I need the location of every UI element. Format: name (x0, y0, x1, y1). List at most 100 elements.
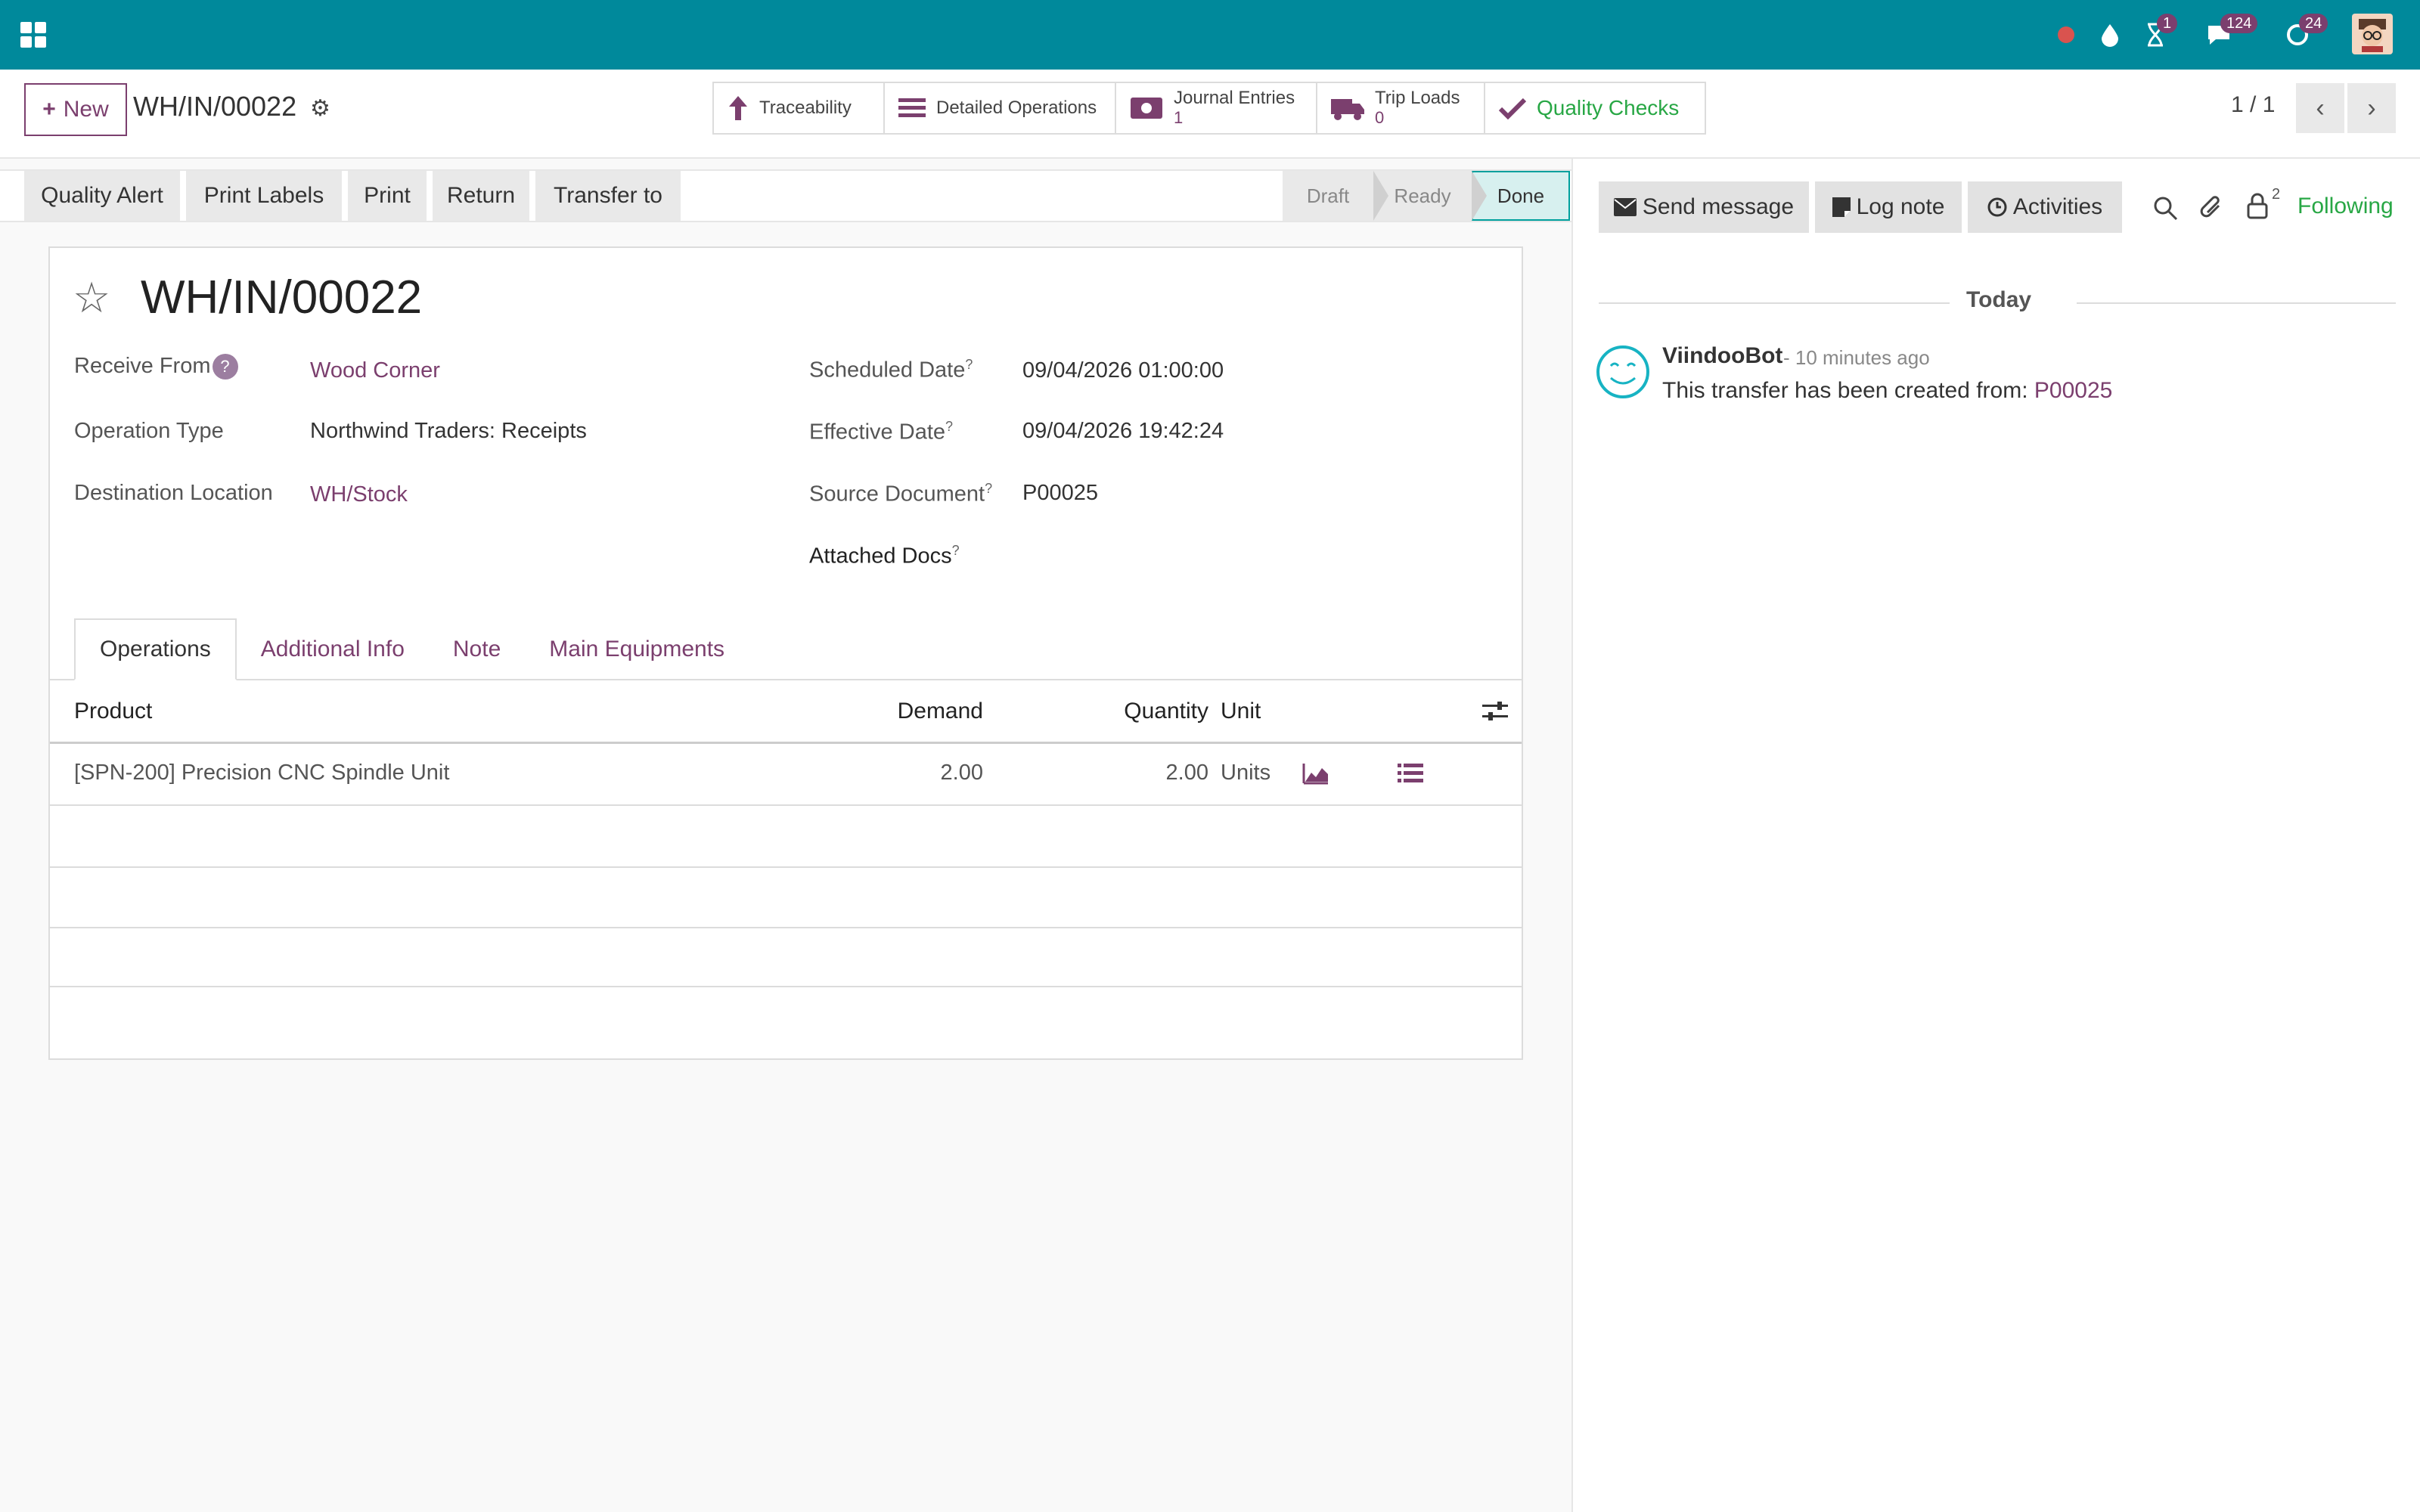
pager-value[interactable]: 1 / 1 (2231, 92, 2275, 118)
table-header: Product Demand Quantity Unit (50, 680, 1522, 744)
scheduled-date-label: Scheduled Date? (809, 357, 973, 383)
effective-date-value[interactable]: 09/04/2026 19:42:24 (1022, 419, 1224, 444)
chatter-panel: Send message Log note Activities 2 Follo… (1571, 159, 2420, 1512)
scheduled-date-value[interactable]: 09/04/2026 01:00:00 (1022, 358, 1224, 383)
receive-from-label: Receive From? (74, 354, 238, 380)
arrow-up-icon (729, 96, 747, 120)
send-message-button[interactable]: Send message (1599, 181, 1809, 233)
updates-count-badge: 24 (2299, 14, 2328, 33)
gear-icon[interactable]: ⚙ (310, 95, 330, 122)
detailed-operations-label: Detailed Operations (936, 98, 1097, 118)
row-quantity: 2.00 (1165, 761, 1208, 785)
journal-entries-button[interactable]: Journal Entries 1 (1116, 83, 1317, 133)
smart-buttons: Traceability Detailed Operations Journal… (712, 82, 1706, 135)
truck-icon (1331, 99, 1364, 120)
quality-checks-label: Quality Checks (1537, 96, 1680, 119)
return-button[interactable]: Return (433, 171, 529, 221)
message-link[interactable]: P00025 (2034, 378, 2112, 403)
activities-count-badge: 1 (2157, 14, 2178, 33)
trip-loads-button[interactable]: Trip Loads 0 (1317, 83, 1485, 133)
destination-location-label: Destination Location (74, 481, 273, 505)
operation-type-value[interactable]: Northwind Traders: Receipts (310, 419, 587, 444)
envelope-icon (1613, 198, 1637, 216)
form-sheet: ☆ WH/IN/00022 Receive From? Wood Corner … (48, 246, 1523, 1060)
help-icon[interactable]: ? (212, 354, 238, 380)
detailed-operations-button[interactable]: Detailed Operations (885, 83, 1116, 133)
row-product: [SPN-200] Precision CNC Spindle Unit (74, 761, 450, 785)
send-message-label: Send message (1642, 194, 1795, 219)
tab-main-equipments[interactable]: Main Equipments (525, 618, 749, 680)
transfer-to-button[interactable]: Transfer to (535, 171, 681, 221)
tab-additional-info[interactable]: Additional Info (237, 618, 429, 680)
traceability-label: Traceability (759, 98, 852, 118)
breadcrumb-record: WH/IN/00022 (133, 91, 297, 122)
log-note-button[interactable]: Log note (1815, 181, 1962, 233)
destination-location-value[interactable]: WH/Stock (310, 482, 408, 507)
messages-count-badge: 124 (2220, 14, 2258, 33)
message-text: This transfer has been created from: (1662, 378, 2028, 403)
tab-note[interactable]: Note (429, 618, 525, 680)
empty-row (50, 927, 1522, 987)
followers-count: 2 (2272, 186, 2281, 203)
details-list-icon[interactable] (1398, 762, 1423, 791)
favorite-star-icon[interactable]: ☆ (73, 275, 110, 321)
log-note-label: Log note (1856, 194, 1945, 219)
date-separator: Today (1966, 287, 2032, 312)
column-demand[interactable]: Demand (850, 699, 983, 724)
app-menu-icon[interactable] (18, 20, 48, 50)
new-button[interactable]: + New (24, 83, 127, 136)
attached-docs-label: Attached Docs? (809, 543, 960, 569)
pager-previous-button[interactable]: ‹ (2296, 83, 2344, 133)
clock-icon (1987, 197, 2007, 217)
status-bar: Quality Alert Print Labels Print Return … (0, 169, 1571, 222)
empty-row (50, 807, 1522, 868)
stage-separator (1373, 171, 1388, 221)
message-time: - 10 minutes ago (1783, 346, 1930, 369)
column-product[interactable]: Product (74, 699, 152, 724)
column-quantity[interactable]: Quantity (1071, 699, 1208, 724)
journal-entries-count: 1 (1174, 108, 1184, 127)
bot-avatar-icon (1596, 345, 1650, 399)
print-labels-button[interactable]: Print Labels (186, 171, 342, 221)
pager-next-button[interactable]: › (2347, 83, 2396, 133)
top-navbar: 1 124 24 (0, 0, 2420, 70)
column-unit[interactable]: Unit (1221, 699, 1261, 724)
activities-hourglass-icon[interactable]: 1 (2140, 14, 2178, 50)
control-panel: + New WH/IN/00022 ⚙ Traceability Detaile… (0, 70, 2420, 159)
operation-type-label: Operation Type (74, 419, 224, 443)
activities-button[interactable]: Activities (1968, 181, 2122, 233)
optional-columns-icon[interactable] (1482, 700, 1508, 729)
tab-operations[interactable]: Operations (74, 618, 237, 680)
new-button-label: New (63, 97, 109, 122)
source-document-value[interactable]: P00025 (1022, 481, 1098, 506)
table-row[interactable]: [SPN-200] Precision CNC Spindle Unit 2.0… (50, 745, 1522, 806)
followers-lock-icon[interactable] (2246, 192, 2269, 223)
messages-icon[interactable]: 124 (2204, 14, 2258, 50)
check-icon (1499, 98, 1526, 119)
chevron-right-icon: › (2367, 93, 2376, 122)
record-name: WH/IN/00022 (141, 271, 423, 324)
row-unit: Units (1221, 761, 1271, 785)
quality-alert-button[interactable]: Quality Alert (24, 171, 180, 221)
paperclip-icon[interactable] (2199, 194, 2225, 226)
search-icon[interactable] (2152, 195, 2178, 225)
effective-date-label: Effective Date? (809, 419, 954, 445)
print-button[interactable]: Print (348, 171, 427, 221)
stage-draft[interactable]: Draft (1283, 171, 1373, 221)
forecast-chart-icon[interactable] (1302, 762, 1329, 791)
quality-checks-button[interactable]: Quality Checks (1485, 83, 1705, 133)
money-icon (1131, 98, 1162, 119)
divider (2077, 302, 2396, 304)
divider (1599, 302, 1950, 304)
drop-icon[interactable] (2095, 20, 2125, 50)
plus-icon: + (42, 97, 56, 122)
record-dot-icon[interactable] (2051, 20, 2081, 50)
user-avatar[interactable] (2352, 14, 2393, 54)
traceability-button[interactable]: Traceability (714, 83, 885, 133)
source-document-label: Source Document? (809, 481, 993, 507)
message-author[interactable]: ViindooBot (1662, 343, 1782, 369)
updates-icon[interactable]: 24 (2282, 14, 2328, 50)
following-button[interactable]: Following (2297, 194, 2394, 219)
receive-from-value[interactable]: Wood Corner (310, 358, 440, 383)
note-icon (1832, 197, 1851, 217)
